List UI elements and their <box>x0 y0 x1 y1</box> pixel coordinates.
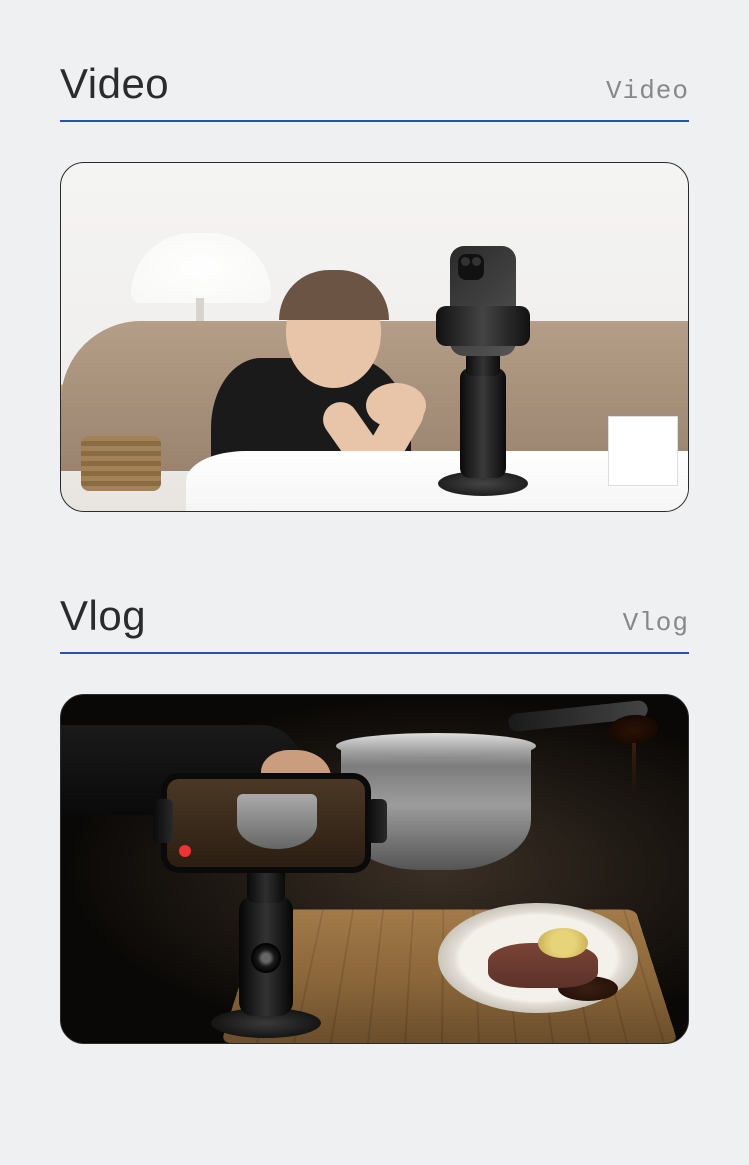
basket-icon <box>81 436 161 491</box>
section-title-main: Vlog <box>60 592 146 640</box>
phone-gimbal <box>171 738 371 1038</box>
video-illustration <box>60 162 689 512</box>
vlog-illustration <box>60 694 689 1044</box>
phone-screen <box>167 779 365 867</box>
section-video: Video Video <box>60 60 689 512</box>
heart-hands-icon <box>366 383 426 428</box>
section-title-sub: Vlog <box>623 608 689 638</box>
section-header: Video Video <box>60 60 689 122</box>
phone-gimbal <box>428 246 538 496</box>
section-header: Vlog Vlog <box>60 592 689 654</box>
gimbal-sensor-icon <box>251 943 281 973</box>
section-title-sub: Video <box>606 76 689 106</box>
smartphone-icon <box>161 773 371 873</box>
section-vlog: Vlog Vlog <box>60 592 689 1044</box>
phone-camera-icon <box>458 254 484 280</box>
record-indicator-icon <box>179 845 191 857</box>
section-title-main: Video <box>60 60 169 108</box>
